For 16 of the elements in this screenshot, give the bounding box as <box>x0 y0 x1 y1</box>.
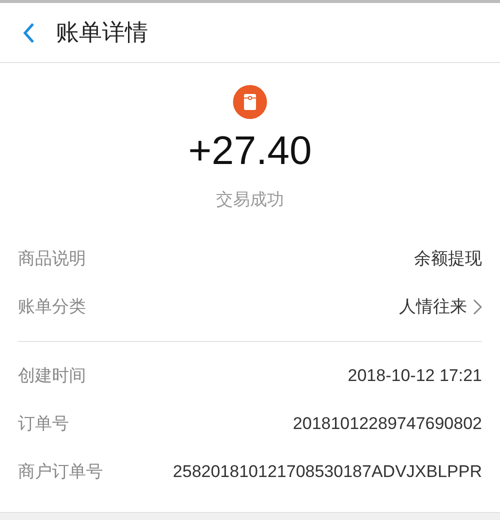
envelope-icon <box>233 85 267 119</box>
field-label: 订单号 <box>18 412 69 435</box>
back-icon <box>22 22 36 44</box>
field-label: 账单分类 <box>18 296 86 318</box>
field-value: 余额提现 <box>414 248 482 270</box>
status-text: 交易成功 <box>216 189 284 211</box>
field-value: 20181012289747690802 <box>292 412 482 435</box>
field-value: 2018-10-12 17:21 <box>348 364 482 387</box>
category-link[interactable]: 人情往来 <box>399 294 482 320</box>
amount: +27.40 <box>188 128 312 175</box>
field-label: 商户订单号 <box>18 460 103 483</box>
field-label: 创建时间 <box>18 364 86 387</box>
field-value: 258201810121708530187ADVJXBLPPR <box>172 460 482 483</box>
page-title: 账单详情 <box>56 18 148 48</box>
field-label: 商品说明 <box>18 248 86 270</box>
chevron-icon <box>473 298 482 314</box>
